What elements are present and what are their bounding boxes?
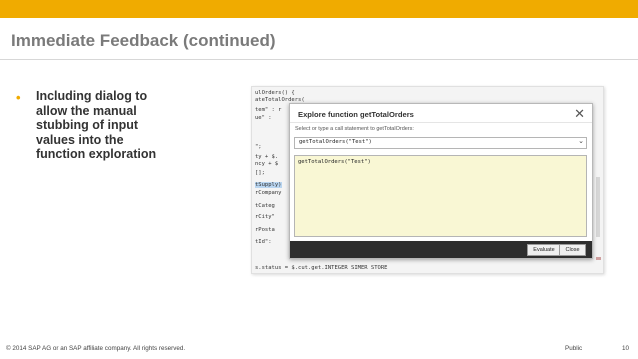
bullet-text: Including dialog to allow the manual stu… xyxy=(36,89,176,162)
bullet-line: values into the xyxy=(36,132,124,147)
evaluate-button[interactable]: Evaluate xyxy=(527,244,561,256)
classification-label: Public xyxy=(565,345,583,352)
bullet-line: Including dialog to xyxy=(36,89,148,103)
code-line: rCompany xyxy=(255,190,282,196)
close-button[interactable]: Close xyxy=(559,244,586,256)
scrollbar-marker xyxy=(596,257,601,260)
bullet-line: stubbing of input xyxy=(36,118,139,133)
explore-function-dialog: Explore function getTotalOrders ✕ Select… xyxy=(289,103,593,259)
code-line: tem" : r xyxy=(255,107,282,113)
dialog-footer: Evaluate Close xyxy=(290,241,592,258)
editor-screenshot: ulOrders() { ateTotalOrders( tem" : r ue… xyxy=(251,86,604,274)
code-line-highlighted: tSupply) xyxy=(255,182,282,188)
code-line: rPosta xyxy=(255,227,275,233)
code-line: ncy + $ xyxy=(255,161,279,167)
code-line: tCateg xyxy=(255,203,275,209)
call-statement-value: getTotalOrders("Test") xyxy=(299,139,372,145)
code-line: tId": xyxy=(255,239,272,245)
bullet-line: allow the manual xyxy=(36,103,137,118)
bullet-marker: • xyxy=(16,90,21,105)
code-line: s.status = $.cut.get.INTEGER SIMER STORE xyxy=(255,265,388,271)
code-line: ty + $. xyxy=(255,154,279,160)
dialog-title: Explore function getTotalOrders xyxy=(298,110,414,119)
page-number: 10 xyxy=(622,345,630,352)
title-divider xyxy=(0,59,638,60)
code-line: ulOrders() { xyxy=(255,90,295,96)
top-accent-bar xyxy=(0,0,638,18)
call-statement-label: Select or type a call statement to getTo… xyxy=(295,126,414,132)
bullet-line: function exploration xyxy=(36,147,157,162)
scrollbar[interactable] xyxy=(596,177,600,237)
call-statement-editor[interactable]: getTotalOrders("Test") xyxy=(294,155,587,237)
call-statement-select[interactable]: getTotalOrders("Test") ⌄ xyxy=(294,137,587,149)
code-line: rCity" xyxy=(255,214,275,220)
dialog-divider xyxy=(290,122,592,123)
editor-text: getTotalOrders("Test") xyxy=(298,159,371,165)
code-line: ue" : xyxy=(255,115,272,121)
copyright-notice: © 2014 SAP AG or an SAP affiliate compan… xyxy=(6,345,186,352)
code-line: "; xyxy=(255,144,262,150)
code-line: []; xyxy=(255,170,265,176)
close-icon[interactable]: ✕ xyxy=(574,106,585,122)
slide-title: Immediate Feedback (continued) xyxy=(11,31,276,50)
chevron-down-icon[interactable]: ⌄ xyxy=(578,137,584,145)
